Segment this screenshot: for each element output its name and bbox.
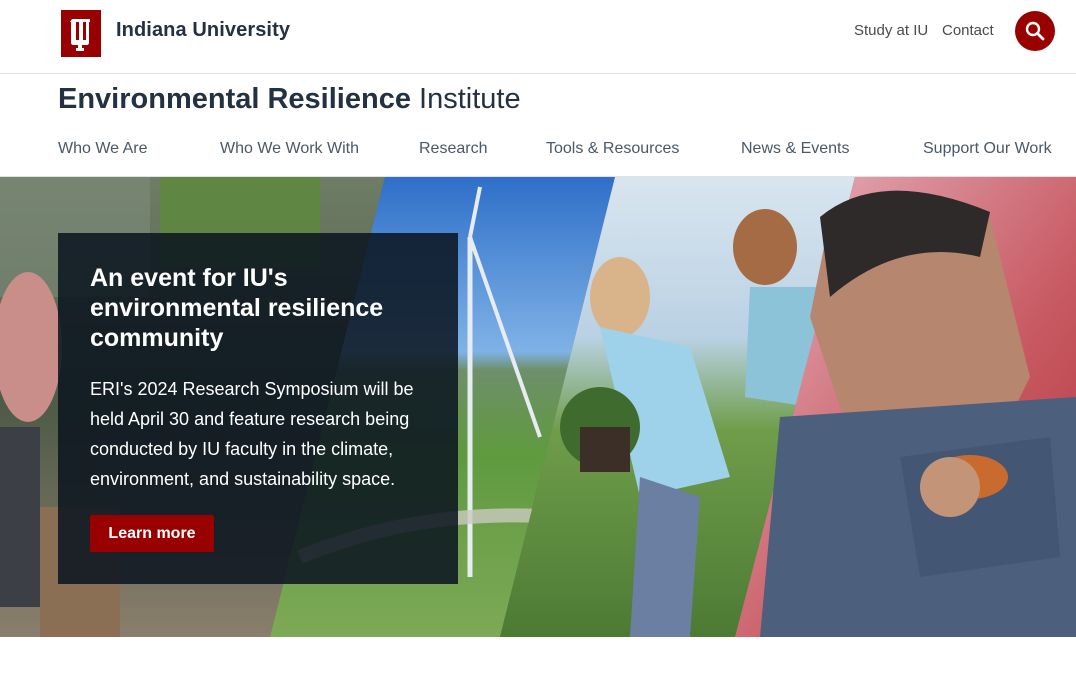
university-header: Indiana University Study at IU Contact (0, 0, 1076, 74)
nav-item-news-events[interactable]: News & Events (741, 140, 849, 158)
hero-feature-card: An event for IU's environmental resilien… (58, 233, 458, 584)
site-title[interactable]: Environmental Resilience Institute (58, 83, 521, 116)
main-nav: Who We Are Who We Work With Research Too… (0, 128, 1076, 177)
learn-more-button[interactable]: Learn more (90, 515, 214, 552)
site-title-strong: Environmental Resilience (58, 83, 411, 115)
university-name[interactable]: Indiana University (116, 19, 290, 42)
nav-item-tools-resources[interactable]: Tools & Resources (546, 140, 679, 158)
site-title-light: Institute (419, 83, 521, 115)
nav-item-support-our-work[interactable]: Support Our Work (923, 140, 1052, 158)
study-at-iu-link[interactable]: Study at IU (854, 22, 928, 39)
search-button[interactable] (1015, 11, 1055, 51)
hero-heading: An event for IU's environmental resilien… (90, 264, 384, 352)
hero-banner: An event for IU's environmental resilien… (0, 177, 1076, 637)
nav-item-who-we-are[interactable]: Who We Are (58, 140, 148, 158)
search-icon (1025, 21, 1045, 41)
contact-link[interactable]: Contact (942, 22, 994, 39)
hero-description: ERI's 2024 Research Symposium will be he… (90, 379, 414, 489)
nav-item-research[interactable]: Research (419, 140, 487, 158)
iu-trident-icon[interactable] (61, 10, 101, 57)
nav-item-who-we-work-with[interactable]: Who We Work With (220, 140, 359, 158)
